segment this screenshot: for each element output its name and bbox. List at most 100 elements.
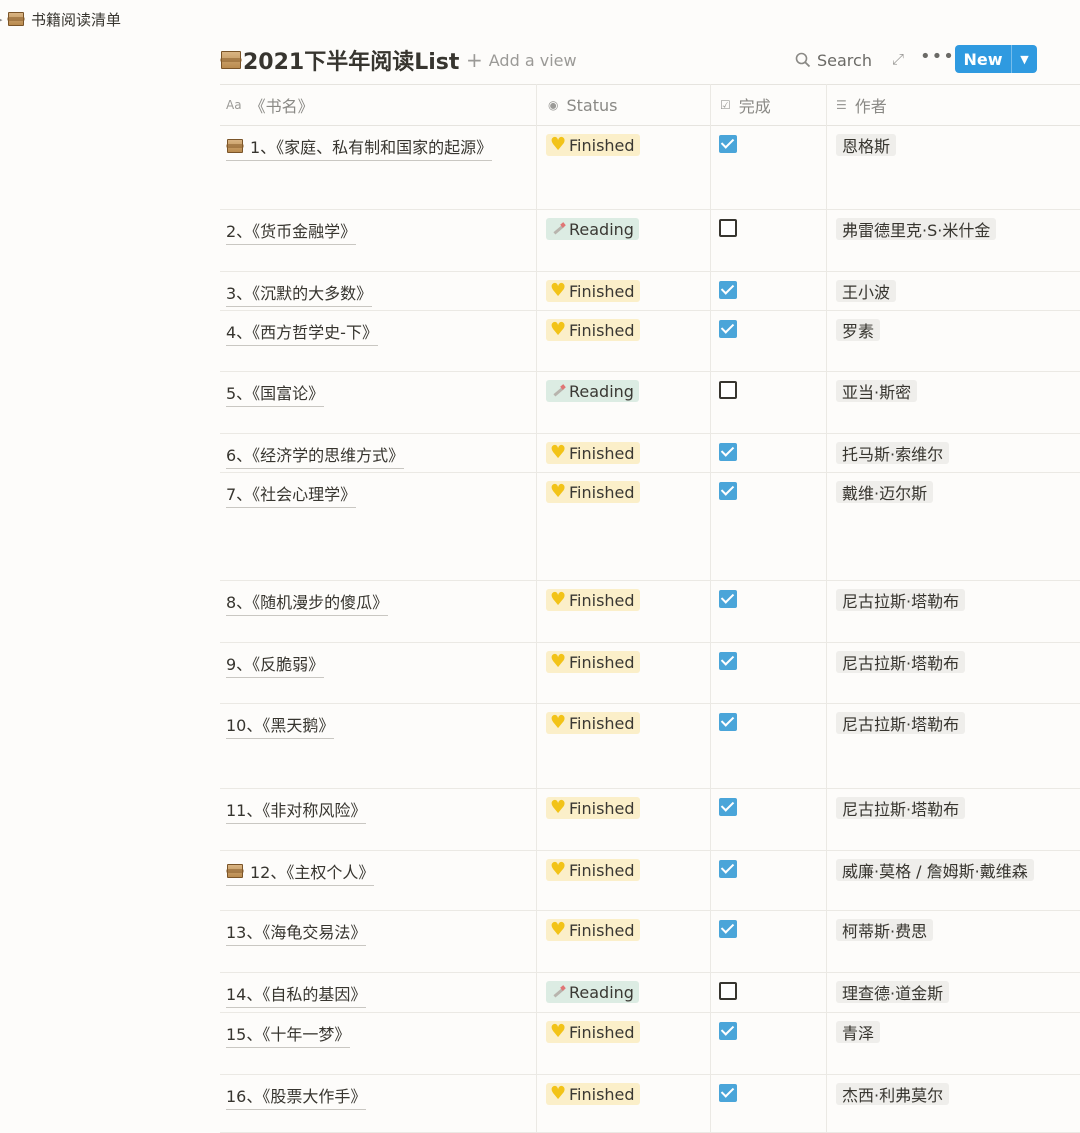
column-header-label: 《书名》 (249, 97, 314, 116)
author-tag[interactable]: 戴维·迈尔斯 (836, 481, 934, 503)
column-header-label: Status (566, 95, 618, 115)
table-row[interactable]: 1、《家庭、私有制和国家的起源》 Finished 恩格斯 (220, 126, 1080, 210)
status-tag[interactable]: Finished (546, 280, 640, 302)
column-header-title[interactable]: Aa 《书名》 (226, 85, 314, 125)
checkbox-unchecked[interactable] (719, 219, 737, 237)
table-row[interactable]: 4、《西方哲学史-下》 Finished 罗素 (220, 311, 1080, 372)
status-tag[interactable]: Finished (546, 589, 640, 611)
checkbox-checked[interactable] (719, 713, 737, 731)
status-tag[interactable]: Finished (546, 134, 640, 156)
author-tag[interactable]: 罗素 (836, 319, 881, 341)
book-title-cell[interactable]: 13、《海龟交易法》 (226, 919, 367, 946)
author-tag[interactable]: 尼古拉斯·塔勒布 (836, 797, 966, 819)
table-row[interactable]: 7、《社会心理学》 Finished 戴维·迈尔斯 (220, 473, 1080, 581)
checkbox-checked[interactable] (719, 1022, 737, 1040)
table-row[interactable]: 5、《国富论》 Reading 亚当·斯密 (220, 372, 1080, 434)
author-tag[interactable]: 威廉·莫格 / 詹姆斯·戴维森 (836, 859, 1034, 881)
pencil-icon (551, 384, 565, 398)
author-tag[interactable]: 柯蒂斯·费思 (836, 919, 934, 941)
author-tag[interactable]: 杰西·利弗莫尔 (836, 1083, 950, 1105)
book-title-cell[interactable]: 4、《西方哲学史-下》 (226, 319, 378, 346)
add-view-button[interactable]: + Add a view (466, 48, 577, 72)
book-title-cell[interactable]: 6、《经济学的思维方式》 (226, 442, 405, 469)
book-title-cell[interactable]: 2、《货币金融学》 (226, 218, 357, 245)
book-title-cell[interactable]: 15、《十年一梦》 (226, 1021, 351, 1048)
author-tag[interactable]: 尼古拉斯·塔勒布 (836, 589, 966, 611)
status-tag[interactable]: Finished (546, 651, 640, 673)
column-divider (710, 84, 711, 1133)
expand-icon[interactable]: ⤢ (892, 50, 904, 68)
status-tag[interactable]: Finished (546, 1021, 640, 1043)
table-row[interactable]: 9、《反脆弱》 Finished 尼古拉斯·塔勒布 (220, 643, 1080, 704)
author-tag[interactable]: 恩格斯 (836, 134, 897, 156)
status-tag[interactable]: Finished (546, 319, 640, 341)
author-tag[interactable]: 尼古拉斯·塔勒布 (836, 712, 966, 734)
status-tag[interactable]: Finished (546, 859, 640, 881)
checkbox-checked[interactable] (719, 135, 737, 153)
chevron-down-icon[interactable]: ▼ (1012, 53, 1037, 66)
book-title-cell[interactable]: 12、《主权个人》 (226, 859, 375, 886)
author-tag[interactable]: 亚当·斯密 (836, 380, 918, 402)
table-row[interactable]: 8、《随机漫步的傻瓜》 Finished 尼古拉斯·塔勒布 (220, 581, 1080, 643)
checkbox-checked[interactable] (719, 482, 737, 500)
yellow-heart-icon (550, 859, 566, 880)
checkbox-checked[interactable] (719, 443, 737, 461)
checkbox-unchecked[interactable] (719, 982, 737, 1000)
book-title-cell[interactable]: 9、《反脆弱》 (226, 651, 325, 678)
checkbox-checked[interactable] (719, 590, 737, 608)
status-tag[interactable]: Finished (546, 919, 640, 941)
book-title-cell[interactable]: 3、《沉默的大多数》 (226, 280, 373, 307)
status-tag[interactable]: Reading (546, 380, 639, 402)
chevron-right-icon[interactable]: ▸ (0, 13, 7, 26)
checkbox-checked[interactable] (719, 320, 737, 338)
status-tag[interactable]: Finished (546, 797, 640, 819)
table-row[interactable]: 10、《黑天鹅》 Finished 尼古拉斯·塔勒布 (220, 704, 1080, 789)
author-tag[interactable]: 托马斯·索维尔 (836, 442, 950, 464)
table-row[interactable]: 16、《股票大作手》 Finished 杰西·利弗莫尔 (220, 1075, 1080, 1133)
column-header-status[interactable]: ◉ Status (548, 85, 617, 125)
table-row[interactable]: 13、《海龟交易法》 Finished 柯蒂斯·费思 (220, 911, 1080, 973)
status-tag[interactable]: Reading (546, 218, 639, 240)
checkbox-checked[interactable] (719, 652, 737, 670)
book-title-cell[interactable]: 7、《社会心理学》 (226, 481, 357, 508)
book-title-cell[interactable]: 1、《家庭、私有制和国家的起源》 (226, 134, 493, 161)
status-tag[interactable]: Finished (546, 1083, 640, 1105)
author-tag[interactable]: 王小波 (836, 280, 897, 302)
book-title-cell[interactable]: 8、《随机漫步的傻瓜》 (226, 589, 389, 616)
book-title-cell[interactable]: 5、《国富论》 (226, 380, 325, 407)
table-row[interactable]: 6、《经济学的思维方式》 Finished 托马斯·索维尔 (220, 434, 1080, 473)
table-row[interactable]: 3、《沉默的大多数》 Finished 王小波 (220, 272, 1080, 311)
checkbox-checked[interactable] (719, 1084, 737, 1102)
column-header-author[interactable]: ☰ 作者 (836, 85, 887, 125)
author-tag[interactable]: 青泽 (836, 1021, 881, 1043)
status-tag[interactable]: Finished (546, 481, 640, 503)
checkbox-checked[interactable] (719, 798, 737, 816)
table-row[interactable]: 2、《货币金融学》 Reading 弗雷德里克·S·米什金 (220, 210, 1080, 272)
book-title-cell[interactable]: 11、《非对称风险》 (226, 797, 367, 824)
status-tag[interactable]: Finished (546, 442, 640, 464)
table-row[interactable]: 12、《主权个人》 Finished 威廉·莫格 / 詹姆斯·戴维森 (220, 851, 1080, 911)
yellow-heart-icon (550, 319, 566, 340)
breadcrumb-page-title[interactable]: 书籍阅读清单 (31, 9, 121, 30)
checkbox-checked[interactable] (719, 860, 737, 878)
table-row[interactable]: 11、《非对称风险》 Finished 尼古拉斯·塔勒布 (220, 789, 1080, 851)
database-title[interactable]: 2021下半年阅读List (220, 42, 459, 78)
search-button[interactable]: Search (795, 48, 872, 72)
author-tag[interactable]: 理查德·道金斯 (836, 981, 950, 1003)
column-header-done[interactable]: ☑ 完成 (720, 85, 771, 125)
new-button[interactable]: New ▼ (955, 45, 1037, 73)
book-title-cell[interactable]: 10、《黑天鹅》 (226, 712, 335, 739)
book-title-cell[interactable]: 16、《股票大作手》 (226, 1083, 367, 1110)
more-options-icon[interactable]: ••• (920, 46, 955, 67)
checkbox-checked[interactable] (719, 281, 737, 299)
book-title-cell[interactable]: 14、《自私的基因》 (226, 981, 367, 1008)
status-tag[interactable]: Reading (546, 981, 639, 1003)
checkbox-unchecked[interactable] (719, 381, 737, 399)
table-row[interactable]: 15、《十年一梦》 Finished 青泽 (220, 1013, 1080, 1075)
breadcrumb[interactable]: ▸ 书籍阅读清单 (0, 6, 121, 32)
author-tag[interactable]: 弗雷德里克·S·米什金 (836, 218, 997, 240)
status-tag[interactable]: Finished (546, 712, 640, 734)
table-row[interactable]: 14、《自私的基因》 Reading 理查德·道金斯 (220, 973, 1080, 1013)
author-tag[interactable]: 尼古拉斯·塔勒布 (836, 651, 966, 673)
checkbox-checked[interactable] (719, 920, 737, 938)
